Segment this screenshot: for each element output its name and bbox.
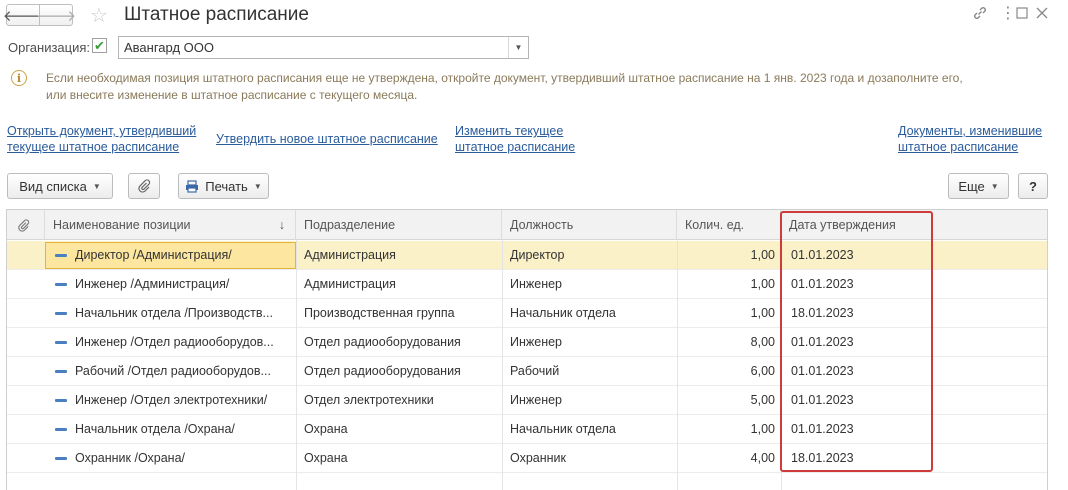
cell-units: 5,00 [750,393,775,407]
cell-department: Охрана [304,451,348,465]
cell-name: Инженер /Отдел радиооборудов... [75,335,274,349]
check-icon: ✔ [94,37,105,53]
change-current-schedule-link[interactable]: Изменить текущее штатное расписание [455,123,575,155]
cell-name: Охранник /Охрана/ [75,451,186,465]
open-approving-document-link[interactable]: Открыть документ, утвердивший текущее шт… [7,123,196,155]
chevron-down-icon: ▼ [253,181,262,191]
position-item-icon [55,399,67,402]
date-column-highlight [780,211,933,472]
cell-department: Отдел радиооборудования [304,335,461,349]
cell-name: Директор /Администрация/ [75,248,232,262]
cell-name: Начальник отдела /Производств... [75,306,273,320]
position-item-icon [55,283,67,286]
organization-value: Авангард ООО [124,40,214,55]
sort-down-icon: ↓ [278,218,285,232]
cell-units: 6,00 [750,364,775,378]
cell-position: Директор [510,248,565,262]
cell-position: Инженер [510,277,563,291]
position-item-icon [55,254,67,257]
print-button[interactable]: Печать ▼ [178,173,269,199]
chevron-down-icon: ▼ [92,181,101,191]
position-item-icon [55,428,67,431]
cell-name: Начальник отдела /Охрана/ [75,422,235,436]
page-title: Штатное расписание [124,4,309,25]
position-item-icon [55,457,67,460]
cell-position: Охранник [510,451,566,465]
more-icon[interactable]: ⋮ [1000,3,1016,23]
cell-units: 1,00 [750,277,775,291]
column-header-name[interactable]: Наименование позиции ↓ [45,210,296,240]
position-item-icon [55,341,67,344]
cell-units: 1,00 [750,306,775,320]
chevron-down-icon: ▼ [514,43,523,52]
cell-department: Администрация [304,248,396,262]
printer-icon [186,179,199,193]
info-message: Если необходимая позиция штатного распис… [46,70,1056,104]
approve-new-schedule-link[interactable]: Утвердить новое штатное расписание [216,131,438,147]
maximize-icon[interactable] [1016,6,1028,23]
help-button[interactable]: ? [1018,173,1048,199]
back-button[interactable]: 🡐 [3,4,43,26]
cell-position: Инженер [510,335,563,349]
cell-department: Отдел радиооборудования [304,364,461,378]
attach-button[interactable] [128,173,160,199]
info-icon: i [11,70,27,86]
cell-position: Инженер [510,393,563,407]
chevron-down-icon: ▼ [990,181,999,191]
cell-name: Инженер /Администрация/ [75,277,230,291]
view-list-label: Вид списка [19,178,87,194]
cell-name: Инженер /Отдел электротехники/ [75,393,268,407]
more-label: Еще [958,178,985,194]
paperclip-icon [138,179,151,193]
cell-units: 1,00 [750,248,775,262]
arrow-right-icon: 🡒 [35,7,77,25]
cell-department: Отдел электротехники [304,393,434,407]
cell-units: 8,00 [750,335,775,349]
position-item-icon [55,370,67,373]
attachment-column-header[interactable] [7,210,45,240]
forward-button[interactable]: 🡒 [35,4,77,26]
position-item-icon [55,312,67,315]
info-line-1: Если необходимая позиция штатного распис… [46,71,963,85]
cell-units: 1,00 [750,422,775,436]
cell-department: Производственная группа [304,306,455,320]
paperclip-icon [18,219,30,232]
dropdown-button[interactable]: ▼ [508,37,528,58]
cell-position: Начальник отдела [510,422,616,436]
view-list-button[interactable]: Вид списка ▼ [7,173,113,199]
cell-position: Начальник отдела [510,306,616,320]
changing-documents-link[interactable]: Документы, изменившие штатное расписание [898,123,1042,155]
cell-units: 4,00 [750,451,775,465]
close-icon[interactable] [1036,6,1048,23]
column-header-position[interactable]: Должность [502,210,677,240]
cell-department: Охрана [304,422,348,436]
column-header-department[interactable]: Подразделение [296,210,502,240]
link-icon[interactable] [972,5,988,25]
more-button[interactable]: Еще ▼ [948,173,1009,199]
cell-position: Рабочий [510,364,560,378]
organization-checkbox[interactable]: ✔ [92,38,107,53]
star-icon[interactable]: ☆ [90,3,108,28]
print-label: Печать [205,178,248,194]
cell-name: Рабочий /Отдел радиооборудов... [75,364,271,378]
column-header-units[interactable]: Колич. ед. [677,210,781,240]
cell-department: Администрация [304,277,396,291]
organization-label: Организация: [8,40,91,55]
column-header-name-label: Наименование позиции [53,218,191,232]
info-line-2: или внесите изменение в штатное расписан… [46,88,418,102]
organization-field[interactable]: Авангард ООО ▼ [118,36,529,59]
